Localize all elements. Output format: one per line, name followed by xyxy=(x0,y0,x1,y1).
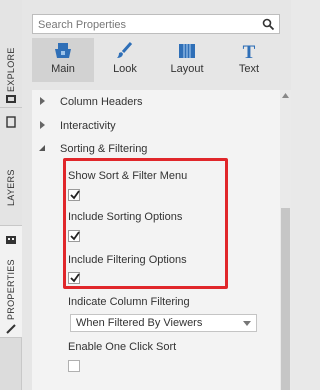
tab-main[interactable]: Main xyxy=(32,38,94,82)
pencil-icon xyxy=(6,324,16,334)
search-box xyxy=(32,14,280,34)
search-input[interactable] xyxy=(33,16,243,34)
one-click-sort-checkbox[interactable] xyxy=(68,360,80,372)
expand-arrow-icon xyxy=(40,121,45,129)
side-tab-rail: EXPLORE LAYERS PROPERTIES xyxy=(0,0,22,390)
section-sorting-filtering[interactable]: Sorting & Filtering xyxy=(32,139,280,159)
section-interactivity[interactable]: Interactivity xyxy=(32,116,280,136)
include-sorting-label: Include Sorting Options xyxy=(68,211,183,223)
tab-look-label: Look xyxy=(113,63,137,75)
side-tab-explore-label: EXPLORE xyxy=(6,47,16,92)
collapse-arrow-icon xyxy=(39,145,45,151)
include-sorting-checkbox[interactable] xyxy=(68,230,80,242)
main-icon xyxy=(55,43,71,58)
properties-panel: Main Look Layout T xyxy=(22,0,291,390)
brush-icon xyxy=(117,42,133,58)
section-column-headers[interactable]: Column Headers xyxy=(32,92,280,112)
expand-arrow-icon xyxy=(40,97,45,105)
side-tab-properties[interactable]: PROPERTIES xyxy=(0,226,22,338)
indicate-filtering-select[interactable]: When Filtered By Viewers xyxy=(70,314,257,332)
tab-text-label: Text xyxy=(238,63,260,75)
show-menu-label: Show Sort & Filter Menu xyxy=(68,170,188,182)
checkmark-icon xyxy=(70,190,80,200)
side-tab-layers[interactable]: LAYERS xyxy=(0,108,22,226)
show-menu-checkbox[interactable] xyxy=(68,189,80,201)
search-icon[interactable] xyxy=(262,18,275,31)
section-label: Interactivity xyxy=(60,120,116,132)
section-label: Column Headers xyxy=(60,96,143,108)
properties-window: EXPLORE LAYERS PROPERTIES Search Propert… xyxy=(0,0,291,390)
svg-text:T: T xyxy=(243,42,256,61)
scrollbar[interactable] xyxy=(280,90,291,390)
chevron-down-icon xyxy=(243,321,251,326)
tab-text[interactable]: T Text xyxy=(218,38,280,82)
tab-layout[interactable]: Layout xyxy=(156,38,218,82)
tab-layout-label: Layout xyxy=(170,63,204,75)
layout-icon xyxy=(179,44,195,58)
include-filtering-checkbox[interactable] xyxy=(68,272,80,284)
scroll-up-arrow-icon[interactable] xyxy=(282,93,289,98)
indicate-filtering-label: Indicate Column Filtering xyxy=(68,296,190,308)
one-click-sort-label: Enable One Click Sort xyxy=(68,341,177,353)
include-filtering-label: Include Filtering Options xyxy=(68,254,187,266)
property-list: Column Headers Interactivity Sorting & F… xyxy=(32,90,280,390)
side-tab-layers-label: LAYERS xyxy=(6,169,16,206)
tab-main-label: Main xyxy=(51,63,75,75)
category-tabs: Main Look Layout T Text xyxy=(32,38,280,82)
scrollbar-thumb[interactable] xyxy=(281,208,290,390)
layers-icon xyxy=(6,116,16,128)
side-tab-properties-label: PROPERTIES xyxy=(6,259,16,320)
checkmark-icon xyxy=(70,231,80,241)
tab-look[interactable]: Look xyxy=(94,38,156,82)
explore-icon xyxy=(6,95,16,103)
properties-icon xyxy=(6,236,16,244)
indicate-filtering-value: When Filtered By Viewers xyxy=(76,317,203,329)
text-icon: T xyxy=(243,42,256,61)
checkmark-icon xyxy=(70,273,80,283)
section-label: Sorting & Filtering xyxy=(60,143,148,155)
side-tab-explore[interactable]: EXPLORE xyxy=(0,0,22,108)
